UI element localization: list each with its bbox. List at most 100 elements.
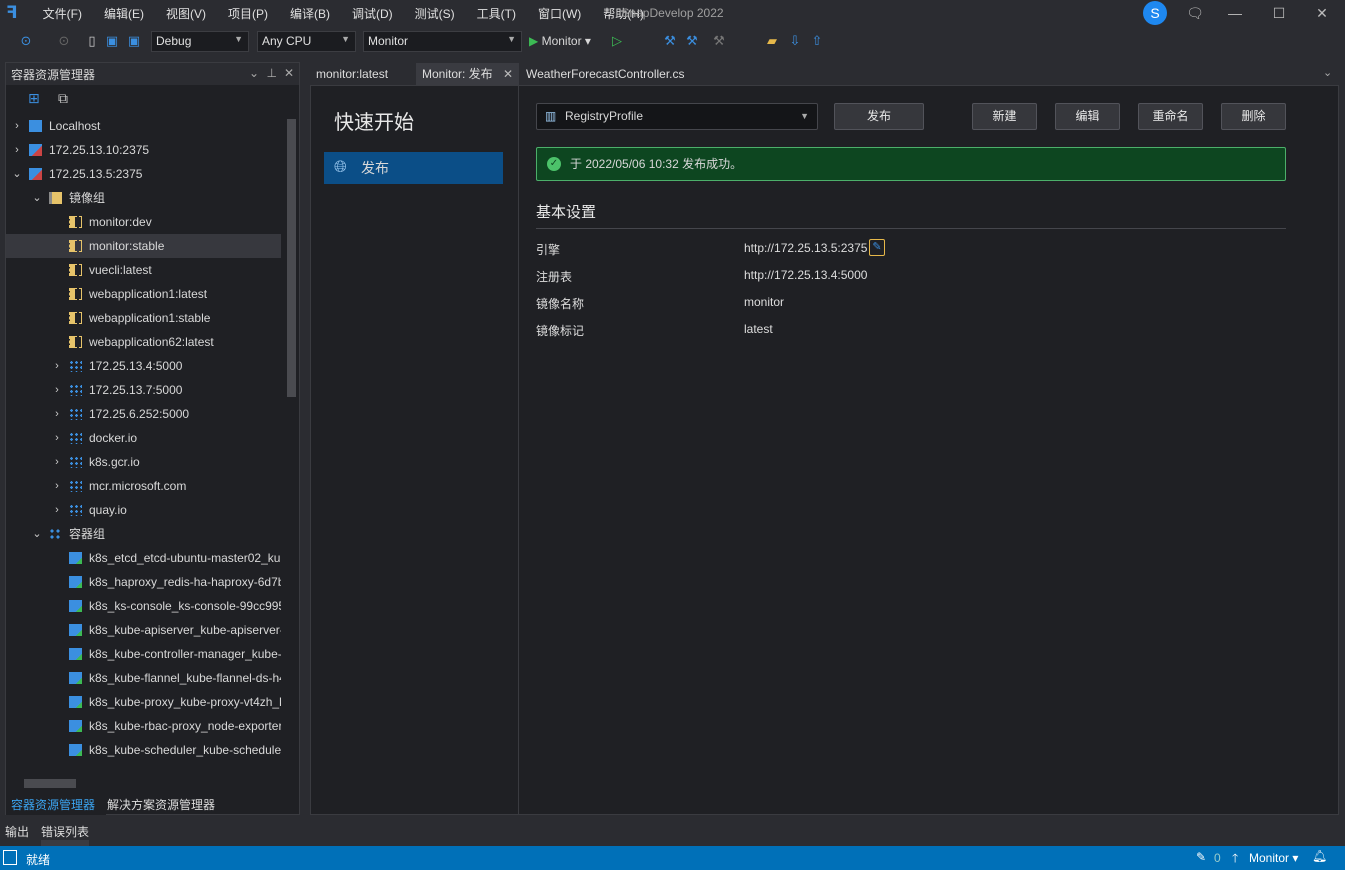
notification-bell-icon[interactable]: 🔔︎	[1312, 849, 1327, 863]
tree-item[interactable]: webapplication1:latest	[6, 282, 281, 306]
tree-item[interactable]: › mcr.microsoft.com	[6, 474, 281, 498]
tab-monitor-publish[interactable]: Monitor: 发布 ✕	[416, 63, 519, 85]
chevron-right-icon[interactable]: ›	[51, 498, 63, 522]
run-button[interactable]: ▶ Monitor ▾	[529, 34, 591, 48]
tree-item[interactable]: › k8s.gcr.io	[6, 450, 281, 474]
back-icon[interactable]: ⊙	[18, 32, 34, 50]
tree-item[interactable]: k8s_kube-rbac-proxy_node-exporter	[6, 714, 281, 738]
close-panel-icon[interactable]: ✕	[284, 66, 294, 80]
tree-item[interactable]: webapplication1:stable	[6, 306, 281, 330]
tree-item[interactable]: k8s_etcd_etcd-ubuntu-master02_kub	[6, 546, 281, 570]
menu-item[interactable]: 编译(B)	[279, 5, 341, 22]
menu-item[interactable]: 项目(P)	[217, 5, 279, 22]
close-button[interactable]: ✕	[1307, 3, 1337, 23]
chevron-down-icon[interactable]: ⌄	[31, 186, 43, 210]
profile-select[interactable]: ▥ RegistryProfile ▼	[536, 103, 818, 130]
tree-item[interactable]: monitor:stable	[6, 234, 281, 258]
tree-item[interactable]: k8s_kube-scheduler_kube-scheduler	[6, 738, 281, 762]
add-host-icon[interactable]: ⊞	[28, 90, 40, 107]
tree-item[interactable]: › quay.io	[6, 498, 281, 522]
menu-item[interactable]: 测试(S)	[404, 5, 466, 22]
tree-item[interactable]: › 172.25.13.7:5000	[6, 378, 281, 402]
vertical-scrollbar[interactable]	[287, 119, 296, 397]
publish-button[interactable]: 发布	[834, 103, 924, 130]
edit-engine-icon[interactable]: ✎	[869, 239, 885, 256]
tree-item[interactable]: ⌄ 镜像组	[6, 186, 281, 210]
run-without-debug-icon[interactable]: ▷	[609, 32, 625, 50]
tree-item[interactable]: › 172.25.13.4:5000	[6, 354, 281, 378]
container-icon	[69, 696, 82, 708]
chevron-right-icon[interactable]: ›	[51, 450, 63, 474]
feedback-icon[interactable]: 🗨	[1180, 3, 1210, 23]
user-avatar[interactable]: S	[1143, 1, 1167, 25]
menu-item[interactable]: 工具(T)	[466, 5, 527, 22]
menu-item[interactable]: 窗口(W)	[527, 5, 592, 22]
nav-publish[interactable]: 🌐︎ 发布	[324, 152, 503, 184]
chevron-right-icon[interactable]: ›	[51, 354, 63, 378]
tree-item[interactable]: › 172.25.13.10:2375	[6, 138, 281, 162]
chevron-right-icon[interactable]: ›	[11, 114, 23, 138]
chevron-down-icon[interactable]: ⌄	[11, 162, 23, 186]
tree-item[interactable]: monitor:dev	[6, 210, 281, 234]
chevron-right-icon[interactable]: ›	[51, 474, 63, 498]
tree-item[interactable]: k8s_kube-apiserver_kube-apiserver-u	[6, 618, 281, 642]
tree-item[interactable]: k8s_haproxy_redis-ha-haproxy-6d7b	[6, 570, 281, 594]
tree-item[interactable]: vuecli:latest	[6, 258, 281, 282]
menu-item[interactable]: 视图(V)	[155, 5, 217, 22]
maximize-button[interactable]: ☐	[1264, 3, 1294, 23]
chevron-right-icon[interactable]: ›	[51, 402, 63, 426]
chevron-right-icon[interactable]: ›	[11, 138, 23, 162]
tree-item[interactable]: webapplication62:latest	[6, 330, 281, 354]
save-icon[interactable]: ▣	[104, 32, 120, 50]
tree-item[interactable]: › 172.25.6.252:5000	[6, 402, 281, 426]
tree-item[interactable]: k8s_kube-proxy_kube-proxy-vt4zh_k	[6, 690, 281, 714]
publish-icon[interactable]: ▰	[764, 32, 780, 50]
tree-item[interactable]: › docker.io	[6, 426, 281, 450]
project-select[interactable]: Monitor ▼	[363, 31, 522, 52]
download-icon[interactable]: ⇩	[787, 32, 803, 50]
tab-error-list[interactable]: 错误列表	[41, 823, 89, 840]
tab-weather-controller[interactable]: WeatherForecastController.cs	[520, 63, 691, 85]
menu-item[interactable]: 调试(D)	[341, 5, 404, 22]
horizontal-scrollbar[interactable]	[24, 779, 76, 788]
chevron-down-icon[interactable]: ⌄	[31, 522, 43, 546]
status-text: 就绪	[26, 853, 51, 867]
tab-solution-explorer[interactable]: 解决方案资源管理器	[101, 795, 215, 815]
tab-output[interactable]: 输出	[5, 823, 29, 840]
platform-select[interactable]: Any CPU ▼	[257, 31, 356, 52]
rename-button[interactable]: 重命名	[1138, 103, 1203, 130]
dropdown-icon[interactable]: ⌄	[249, 66, 259, 80]
upload-icon[interactable]: ⇧	[809, 32, 825, 50]
new-file-icon[interactable]: ▯	[84, 32, 100, 50]
forward-icon[interactable]: ⊙	[56, 32, 72, 50]
config-select[interactable]: Debug ▼	[151, 31, 249, 52]
tree-item[interactable]: k8s_kube-controller-manager_kube-	[6, 642, 281, 666]
minimize-button[interactable]: —	[1220, 3, 1250, 23]
menu-item[interactable]: 编辑(E)	[93, 5, 155, 22]
tab-container-explorer[interactable]: 容器资源管理器	[6, 795, 106, 815]
close-tab-icon[interactable]: ✕	[503, 63, 513, 85]
edit-button[interactable]: 编辑	[1055, 103, 1120, 130]
tree-item[interactable]: k8s_ks-console_ks-console-99cc9956	[6, 594, 281, 618]
tab-overflow-icon[interactable]: ⌄	[1323, 66, 1332, 79]
new-button[interactable]: 新建	[972, 103, 1037, 130]
clean-icon[interactable]: ⚒	[711, 32, 727, 50]
tree-item[interactable]: k8s_kube-flannel_kube-flannel-ds-h4	[6, 666, 281, 690]
tab-monitor-latest[interactable]: monitor:latest	[310, 63, 394, 85]
pin-icon[interactable]: ⊥	[267, 66, 277, 80]
chevron-right-icon[interactable]: ›	[51, 426, 63, 450]
collapse-all-icon[interactable]: ⧉	[58, 90, 68, 107]
menu-item[interactable]: 文件(F)	[32, 5, 93, 22]
menu-item[interactable]: 帮助(H)	[592, 5, 655, 22]
delete-button[interactable]: 删除	[1221, 103, 1286, 130]
build-icon[interactable]: ⚒	[662, 32, 678, 50]
chevron-right-icon[interactable]: ›	[51, 378, 63, 402]
panel-toggle-icon[interactable]	[3, 850, 17, 865]
branch-selector[interactable]: Monitor ▾	[1249, 851, 1298, 865]
nav-publish-label: 发布	[361, 160, 389, 176]
tree-item[interactable]: › Localhost	[6, 114, 281, 138]
save-all-icon[interactable]: ▣	[126, 32, 142, 50]
tree-item[interactable]: ⌄ 172.25.13.5:2375	[6, 162, 281, 186]
rebuild-icon[interactable]: ⚒	[684, 32, 700, 50]
tree-item[interactable]: ⌄ 容器组	[6, 522, 281, 546]
